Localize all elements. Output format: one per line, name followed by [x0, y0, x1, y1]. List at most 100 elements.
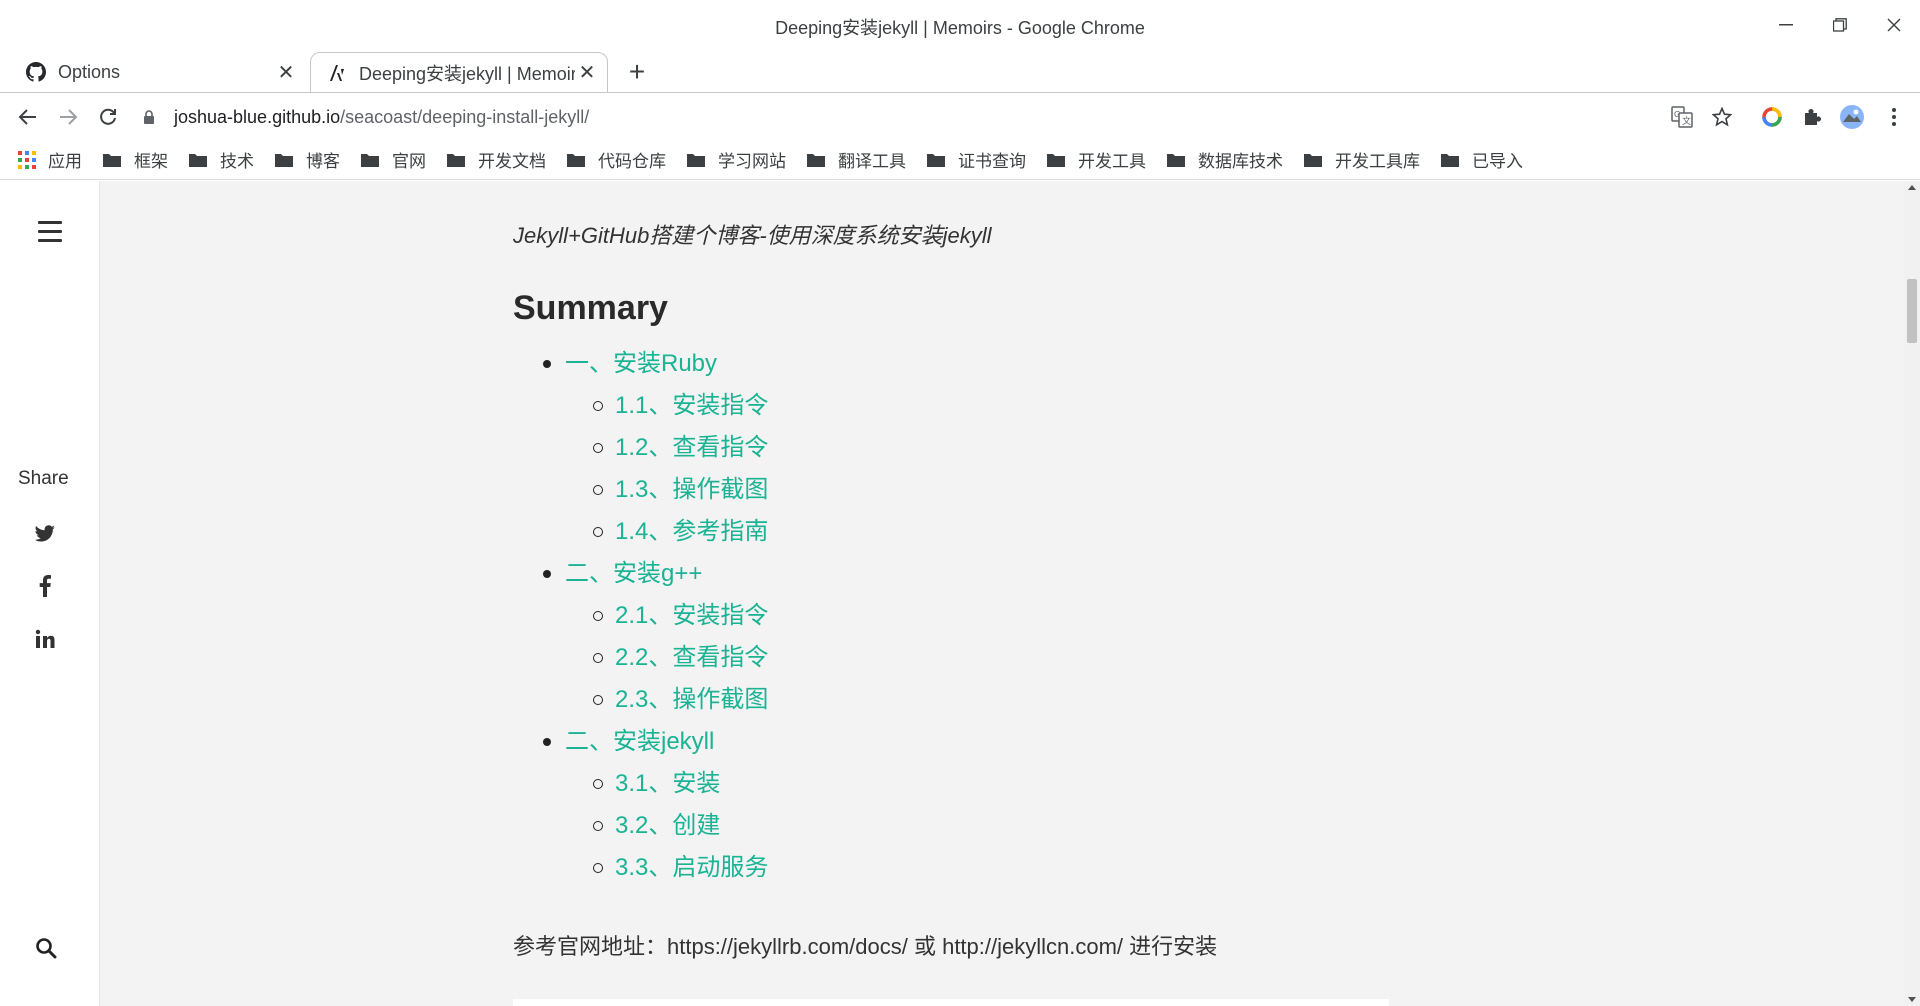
svg-text:G: G: [1674, 110, 1680, 119]
reload-icon: [100, 108, 116, 125]
facebook-icon[interactable]: [32, 573, 58, 599]
apps-grid-icon: [18, 150, 36, 169]
bookmark-label: 博客: [306, 152, 340, 171]
toc-link[interactable]: 2.2、查看指令: [513, 637, 768, 679]
bookmark-folder[interactable]: 开发工具库: [1303, 147, 1420, 172]
bookmark-folder[interactable]: 开发文档: [446, 147, 546, 172]
extension-ring-icon[interactable]: [1758, 103, 1786, 131]
menu-icon[interactable]: [38, 221, 62, 248]
folder-icon: [926, 152, 946, 168]
code-block: [513, 999, 1389, 1006]
window-title: Deeping安装jekyll | Memoirs - Google Chrom…: [775, 18, 1145, 38]
close-icon: [1887, 18, 1901, 32]
toc-link[interactable]: 3.1、安装: [513, 763, 768, 805]
folder-icon: [274, 152, 294, 168]
bookmark-folder[interactable]: 翻译工具: [806, 147, 906, 172]
bookmark-label: 翻译工具: [838, 152, 906, 171]
translate-icon[interactable]: 文G: [1668, 103, 1696, 131]
new-tab-button[interactable]: +: [622, 58, 652, 86]
bookmark-folder[interactable]: 技术: [188, 147, 254, 172]
bookmark-label: 证书查询: [958, 152, 1026, 171]
scrollbar-thumb[interactable]: [1907, 279, 1917, 343]
bookmark-folder[interactable]: 已导入: [1440, 147, 1523, 172]
bookmark-folder[interactable]: 代码仓库: [566, 147, 666, 172]
bookmark-label: 官网: [392, 152, 426, 171]
tab-strip: Options ✕ Deeping安装jekyll | Memoirs ✕ +: [0, 50, 1920, 92]
tab-options[interactable]: Options ✕: [10, 52, 306, 92]
toc-link[interactable]: 1.2、查看指令: [513, 427, 768, 469]
url-host: joshua-blue.github.io: [174, 106, 341, 127]
browser-toolbar: joshua-blue.github.io/seacoast/deeping-i…: [0, 92, 1920, 140]
toc-link[interactable]: 二、安装g++: [513, 553, 768, 595]
restore-icon: [1833, 18, 1847, 32]
toc-link[interactable]: 3.3、启动服务: [513, 847, 768, 889]
svg-text:文: 文: [1682, 115, 1691, 127]
minimize-button[interactable]: [1766, 10, 1806, 40]
bookmark-folder[interactable]: 证书查询: [926, 147, 1026, 172]
summary-heading: Summary: [513, 289, 668, 327]
bookmark-folder[interactable]: 开发工具: [1046, 147, 1146, 172]
toc-link[interactable]: 一、安装Ruby: [513, 343, 768, 385]
bookmark-label: 应用: [48, 152, 82, 171]
puzzle-extensions-icon[interactable]: [1798, 103, 1826, 131]
bookmark-label: 数据库技术: [1198, 152, 1283, 171]
folder-icon: [1303, 152, 1323, 168]
toc-link[interactable]: 1.3、操作截图: [513, 469, 768, 511]
scroll-up-arrow-icon[interactable]: [1908, 185, 1916, 190]
github-icon: [24, 60, 48, 84]
toc-link[interactable]: 3.2、创建: [513, 805, 768, 847]
bookmark-folder[interactable]: 官网: [360, 147, 426, 172]
reference-text: 参考官网地址：https://jekyllrb.com/docs/ 或 http…: [513, 934, 1218, 959]
folder-icon: [360, 152, 380, 168]
bookmark-label: 开发文档: [478, 152, 546, 171]
folder-icon: [102, 152, 122, 168]
star-icon[interactable]: [1708, 103, 1736, 131]
address-bar[interactable]: joshua-blue.github.io/seacoast/deeping-i…: [140, 99, 1640, 135]
bookmark-apps[interactable]: 应用: [18, 147, 82, 172]
scroll-down-arrow-icon[interactable]: [1908, 997, 1916, 1002]
folder-icon: [686, 152, 706, 168]
forward-button[interactable]: [52, 101, 84, 133]
scrollbar[interactable]: [1904, 181, 1920, 1006]
page-viewport: Share Jekyll+GitHub搭建个博客-使用深度系统安装jekyll …: [0, 181, 1920, 1006]
bookmark-label: 开发工具: [1078, 152, 1146, 171]
folder-icon: [1046, 152, 1066, 168]
reload-button[interactable]: [92, 101, 124, 133]
bookmark-folder[interactable]: 学习网站: [686, 147, 786, 172]
bookmark-label: 开发工具库: [1335, 152, 1420, 171]
bookmark-label: 技术: [220, 152, 254, 171]
blog-sidebar: Share: [0, 181, 100, 1006]
bookmark-label: 框架: [134, 152, 168, 171]
more-menu-icon[interactable]: [1880, 103, 1908, 131]
folder-icon: [1440, 152, 1460, 168]
bookmark-label: 学习网站: [718, 152, 786, 171]
folder-icon: [188, 152, 208, 168]
share-label: Share: [18, 468, 69, 489]
bookmark-folder[interactable]: 数据库技术: [1166, 147, 1283, 172]
folder-icon: [806, 152, 826, 168]
toc-link[interactable]: 1.4、参考指南: [513, 511, 768, 553]
bookmark-folder[interactable]: 框架: [102, 147, 168, 172]
twitter-icon[interactable]: [32, 521, 58, 547]
table-of-contents: 一、安装Ruby 1.1、安装指令 1.2、查看指令 1.3、操作截图 1.4、参考指南…: [513, 343, 768, 889]
tab-deeping-jekyll[interactable]: Deeping安装jekyll | Memoirs ✕: [310, 52, 608, 92]
bookmark-folder[interactable]: 博客: [274, 147, 340, 172]
search-icon[interactable]: [35, 937, 57, 964]
toc-link[interactable]: 2.3、操作截图: [513, 679, 768, 721]
url-path: /seacoast/deeping-install-jekyll/: [340, 106, 590, 127]
tab-label: Deeping安装jekyll | Memoirs: [359, 63, 575, 84]
back-button[interactable]: [12, 101, 44, 133]
folder-icon: [1166, 152, 1186, 168]
close-window-button[interactable]: [1874, 10, 1914, 40]
toc-link[interactable]: 2.1、安装指令: [513, 595, 768, 637]
tab-close-button[interactable]: ✕: [274, 60, 298, 85]
toc-link[interactable]: 1.1、安装指令: [513, 385, 768, 427]
toc-link[interactable]: 二、安装jekyll: [513, 721, 768, 763]
arrow-right-icon: [60, 109, 78, 125]
tab-label: Options: [58, 61, 121, 82]
tab-close-button[interactable]: ✕: [575, 60, 599, 85]
restore-button[interactable]: [1820, 10, 1860, 40]
linkedin-icon[interactable]: [32, 626, 58, 652]
lock-icon[interactable]: [140, 109, 158, 125]
avatar[interactable]: [1838, 103, 1866, 131]
